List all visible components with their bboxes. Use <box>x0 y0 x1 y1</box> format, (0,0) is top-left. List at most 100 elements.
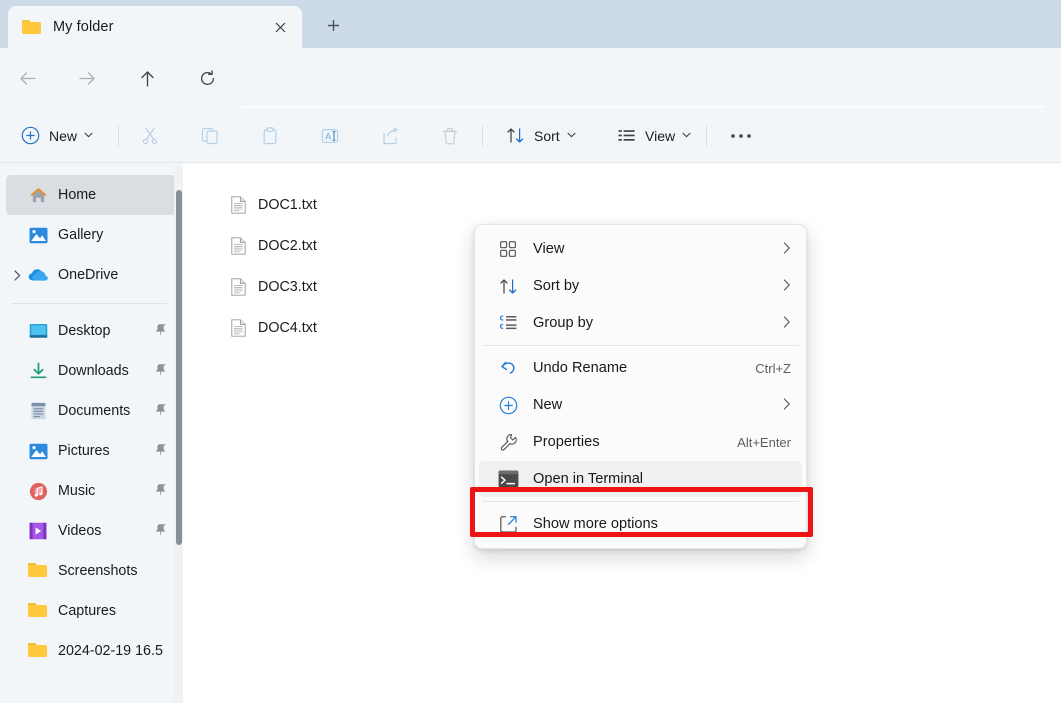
toolbar-separator <box>118 126 119 146</box>
forward-button[interactable] <box>69 60 105 96</box>
sidebar-item-label: 2024-02-19 16.5 <box>58 643 177 659</box>
share-icon <box>381 127 399 145</box>
file-name: DOC1.txt <box>258 197 317 213</box>
sidebar-item-music[interactable]: Music <box>6 471 177 511</box>
sidebar-item-label: OneDrive <box>58 267 177 283</box>
sidebar-item-desktop[interactable]: Desktop <box>6 311 177 351</box>
plus-circle-icon <box>497 394 519 416</box>
sidebar-scrollbar-thumb[interactable] <box>176 190 182 545</box>
context-menu-item-label: Show more options <box>533 516 791 532</box>
ellipsis-icon <box>730 133 752 139</box>
file-name: DOC2.txt <box>258 238 317 254</box>
desktop-icon <box>28 321 48 341</box>
chevron-down-icon <box>682 131 691 141</box>
navigation-pane: Home Gallery <box>0 163 183 703</box>
file-name: DOC3.txt <box>258 279 317 295</box>
delete-button[interactable] <box>433 119 467 152</box>
plus-circle-icon <box>21 126 40 145</box>
cut-button[interactable] <box>133 119 167 152</box>
sidebar-item-label: Home <box>58 187 177 203</box>
pin-icon[interactable] <box>154 523 167 540</box>
folder-icon <box>28 641 48 661</box>
chevron-right-icon[interactable] <box>6 270 28 281</box>
context-menu-item-sort-by[interactable]: Sort by <box>479 268 802 304</box>
chevron-right-icon <box>783 316 791 331</box>
context-menu-item-shortcut: Ctrl+Z <box>755 361 791 376</box>
sidebar-item-onedrive[interactable]: OneDrive <box>6 255 177 295</box>
sidebar-item-videos[interactable]: Videos <box>6 511 177 551</box>
more-options-button[interactable] <box>722 119 760 152</box>
close-icon[interactable] <box>268 15 292 39</box>
rename-icon: A <box>321 127 339 145</box>
copy-button[interactable] <box>193 119 227 152</box>
up-button[interactable] <box>129 60 165 96</box>
pin-icon[interactable] <box>154 323 167 340</box>
sidebar-item-label: Desktop <box>58 323 154 339</box>
new-button[interactable]: New <box>13 119 101 152</box>
sort-icon <box>497 275 519 297</box>
chevron-down-icon <box>567 131 576 141</box>
tab-my-folder[interactable]: My folder <box>8 6 302 48</box>
context-menu-item-properties[interactable]: Properties Alt+Enter <box>479 424 802 460</box>
context-menu-item-show-more-options[interactable]: Show more options <box>479 506 802 542</box>
pin-icon[interactable] <box>154 443 167 460</box>
sidebar-item-documents[interactable]: Documents <box>6 391 177 431</box>
view-button[interactable]: View <box>609 119 699 152</box>
context-menu-item-label: Undo Rename <box>533 360 743 376</box>
list-item[interactable]: DOC3.txt <box>231 273 317 301</box>
pin-icon[interactable] <box>154 483 167 500</box>
title-bar: My folder <box>0 0 1061 48</box>
sidebar-item-pictures[interactable]: Pictures <box>6 431 177 471</box>
text-file-icon <box>231 278 247 296</box>
context-menu-item-shortcut: Alt+Enter <box>737 435 791 450</box>
sidebar-item-downloads[interactable]: Downloads <box>6 351 177 391</box>
trash-icon <box>441 127 459 145</box>
sidebar-item-captures[interactable]: Captures <box>6 591 177 631</box>
tab-title: My folder <box>53 19 114 35</box>
chevron-right-icon <box>783 242 791 257</box>
scissors-icon <box>141 127 159 145</box>
pin-icon[interactable] <box>154 363 167 380</box>
onedrive-icon <box>28 265 48 285</box>
context-menu-item-label: Open in Terminal <box>533 471 791 487</box>
context-menu-item-group-by[interactable]: Group by <box>479 305 802 341</box>
sort-button[interactable]: Sort <box>498 119 584 152</box>
rename-button[interactable]: A <box>313 119 347 152</box>
toolbar-separator-2 <box>482 126 483 146</box>
file-name: DOC4.txt <box>258 320 317 336</box>
videos-icon <box>28 521 48 541</box>
new-tab-button[interactable] <box>320 12 346 38</box>
sidebar-item-label: Videos <box>58 523 154 539</box>
folder-icon <box>28 601 48 621</box>
paste-button[interactable] <box>253 119 287 152</box>
navigation-bar: Start backup › My folder <box>0 48 1061 108</box>
sidebar-item-label: Music <box>58 483 154 499</box>
sidebar-item-label: Gallery <box>58 227 177 243</box>
list-item[interactable]: DOC2.txt <box>231 232 317 260</box>
context-menu-item-label: Properties <box>533 434 725 450</box>
sidebar-item-gallery[interactable]: Gallery <box>6 215 177 255</box>
refresh-button[interactable] <box>189 60 225 96</box>
sort-button-label: Sort <box>534 128 560 144</box>
context-menu-separator <box>482 345 799 346</box>
context-menu-item-undo-rename[interactable]: Undo Rename Ctrl+Z <box>479 350 802 386</box>
pin-icon[interactable] <box>154 403 167 420</box>
sidebar-divider <box>12 303 167 304</box>
context-menu-item-view[interactable]: View <box>479 231 802 267</box>
group-by-icon <box>497 312 519 334</box>
sidebar-item-dated-folder[interactable]: 2024-02-19 16.5 <box>6 631 177 671</box>
sidebar-item-label: Documents <box>58 403 154 419</box>
text-file-icon <box>231 196 247 214</box>
toolbar-separator-3 <box>706 126 707 146</box>
context-menu-item-new[interactable]: New <box>479 387 802 423</box>
command-bar: New <box>0 108 1061 163</box>
grid-view-icon <box>497 238 519 260</box>
back-button[interactable] <box>9 60 45 96</box>
sidebar-item-home[interactable]: Home <box>6 175 177 215</box>
list-item[interactable]: DOC1.txt <box>231 191 317 219</box>
context-menu-item-open-in-terminal[interactable]: Open in Terminal <box>479 461 802 497</box>
share-button[interactable] <box>373 119 407 152</box>
list-item[interactable]: DOC4.txt <box>231 314 317 342</box>
file-explorer-window: My folder <box>0 0 1061 703</box>
sidebar-item-screenshots[interactable]: Screenshots <box>6 551 177 591</box>
